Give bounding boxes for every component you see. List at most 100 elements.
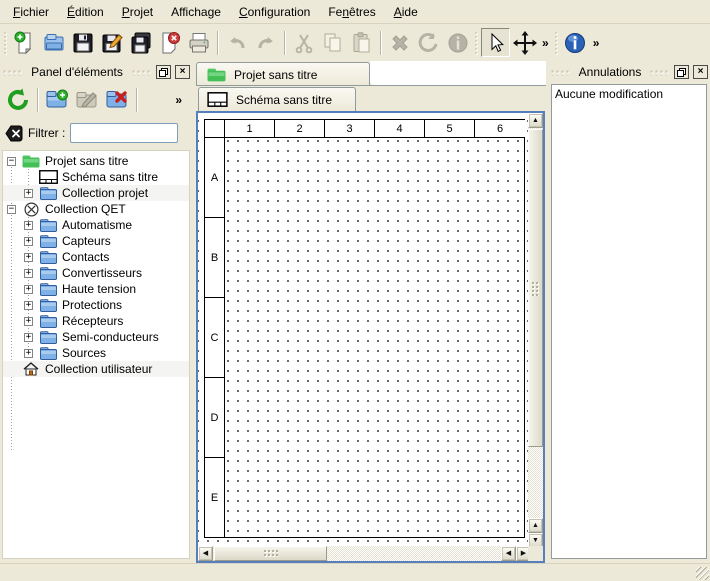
float-dock-button[interactable] xyxy=(674,65,689,79)
toolbar-overflow-button[interactable]: » xyxy=(539,36,552,50)
grid-column-header: 5 xyxy=(425,120,475,138)
collapse-icon[interactable] xyxy=(7,205,16,214)
tree-item-protections[interactable]: Protections xyxy=(3,297,189,313)
tree-item-sources[interactable]: Sources xyxy=(3,345,189,361)
info-button[interactable] xyxy=(561,28,590,57)
expand-icon[interactable] xyxy=(24,349,33,358)
print-button[interactable] xyxy=(184,28,213,57)
expand-icon[interactable] xyxy=(24,317,33,326)
move-tool-button[interactable] xyxy=(510,28,539,57)
tree-item-project[interactable]: Projet sans titre xyxy=(3,153,189,169)
elements-panel-dock: Panel d'éléments × » Filtrer : Pro xyxy=(0,60,192,561)
save-as-button[interactable] xyxy=(97,28,126,57)
thumb-grip xyxy=(531,281,540,296)
undo-history-list[interactable]: Aucune modification xyxy=(551,84,707,559)
save-button[interactable] xyxy=(68,28,97,57)
drawing-area[interactable] xyxy=(225,138,525,538)
elements-panel-titlebar[interactable]: Panel d'éléments × xyxy=(2,63,190,81)
float-dock-button[interactable] xyxy=(156,65,171,79)
toolbar-drag-handle[interactable] xyxy=(474,31,479,55)
project-folder-icon xyxy=(21,155,41,168)
expand-icon[interactable] xyxy=(24,253,33,262)
float-icon xyxy=(159,68,168,77)
move-icon xyxy=(513,31,537,55)
close-dock-button[interactable]: × xyxy=(175,65,190,79)
expand-icon[interactable] xyxy=(24,221,33,230)
expand-icon[interactable] xyxy=(24,189,33,198)
collections-toolbar-overflow[interactable]: » xyxy=(172,93,185,107)
menu-edition[interactable]: Édition xyxy=(58,2,113,22)
scroll-up-button[interactable]: ▲ xyxy=(528,113,543,128)
tree-item-user-collection[interactable]: Collection utilisateur xyxy=(3,361,189,377)
tree-item-semi-conducteurs[interactable]: Semi-conducteurs xyxy=(3,329,189,345)
reload-collections-button[interactable] xyxy=(3,85,33,115)
save-all-button[interactable] xyxy=(126,28,155,57)
grid-row-header: E xyxy=(205,458,225,538)
expand-icon[interactable] xyxy=(24,285,33,294)
filter-label: Filtrer : xyxy=(28,126,65,140)
tree-item-contacts[interactable]: Contacts xyxy=(3,249,189,265)
clear-filter-icon[interactable] xyxy=(5,125,23,142)
menu-aide[interactable]: Aide xyxy=(385,2,427,22)
diagram-tab[interactable]: Schéma sans titre xyxy=(198,87,356,111)
toolbar-drag-handle[interactable] xyxy=(554,31,559,55)
select-tool-button[interactable] xyxy=(481,28,510,57)
toolbar-drag-handle[interactable] xyxy=(3,31,8,55)
undo-icon xyxy=(225,31,249,55)
element-info-button xyxy=(443,28,472,57)
folder-icon xyxy=(38,267,58,280)
new-category-button[interactable] xyxy=(42,85,72,115)
undo-panel-titlebar[interactable]: Annulations × xyxy=(550,63,708,81)
diagram-view[interactable]: 1 2 3 4 5 6 A B C D E ▲ ▲ ▼ ◀ ◀ ▶ xyxy=(196,111,545,563)
tree-item-convertisseurs[interactable]: Convertisseurs xyxy=(3,265,189,281)
expand-icon[interactable] xyxy=(24,301,33,310)
folder-icon xyxy=(38,235,58,248)
toolbar-separator xyxy=(37,88,38,112)
expand-icon[interactable] xyxy=(24,269,33,278)
scroll-up-button[interactable]: ▲ xyxy=(528,518,543,533)
new-folder-icon xyxy=(44,87,70,113)
toolbar-overflow-button[interactable]: » xyxy=(590,36,603,50)
filter-row: Filtrer : xyxy=(0,119,192,145)
paste-button xyxy=(347,28,376,57)
close-document-button[interactable] xyxy=(155,28,184,57)
tree-item-automatisme[interactable]: Automatisme xyxy=(3,217,189,233)
delete-category-button[interactable] xyxy=(102,85,132,115)
scroll-left-button[interactable]: ◀ xyxy=(501,546,516,561)
delete-icon xyxy=(388,31,412,55)
vertical-scrollbar[interactable]: ▲ ▲ ▼ xyxy=(528,113,543,550)
delete-button xyxy=(385,28,414,57)
paste-icon xyxy=(350,31,374,55)
tree-item-recepteurs[interactable]: Récepteurs xyxy=(3,313,189,329)
horizontal-scroll-thumb[interactable] xyxy=(214,546,327,561)
grid-column-header: 6 xyxy=(475,120,525,138)
save-icon xyxy=(71,31,95,55)
tree-item-diagram[interactable]: Schéma sans titre xyxy=(3,169,189,185)
expand-icon[interactable] xyxy=(24,333,33,342)
menu-fichier[interactable]: Fichier xyxy=(4,2,58,22)
collapse-icon[interactable] xyxy=(7,157,16,166)
diagram-icon xyxy=(207,92,228,107)
horizontal-scrollbar[interactable]: ◀ ◀ ▶ xyxy=(198,546,532,561)
expand-icon[interactable] xyxy=(24,237,33,246)
diagram-scene[interactable]: 1 2 3 4 5 6 A B C D E xyxy=(198,113,528,546)
menu-fenetres[interactable]: Fenêtres xyxy=(319,2,384,22)
new-document-button[interactable] xyxy=(10,28,39,57)
tree-item-capteurs[interactable]: Capteurs xyxy=(3,233,189,249)
filter-input[interactable] xyxy=(70,123,178,143)
home-icon xyxy=(21,362,41,376)
menu-affichage[interactable]: Affichage xyxy=(162,2,230,22)
tree-item-project-collection[interactable]: Collection projet xyxy=(3,185,189,201)
resize-grip-icon[interactable] xyxy=(696,567,709,580)
menu-configuration[interactable]: Configuration xyxy=(230,2,319,22)
open-project-button[interactable] xyxy=(39,28,68,57)
undo-list-item[interactable]: Aucune modification xyxy=(552,85,706,103)
tree-item-qet-collection[interactable]: Collection QET xyxy=(3,201,189,217)
menu-projet[interactable]: Projet xyxy=(113,2,162,22)
close-dock-button[interactable]: × xyxy=(693,65,708,79)
vertical-scroll-thumb[interactable] xyxy=(528,129,543,447)
edit-category-button xyxy=(72,85,102,115)
scroll-left-button[interactable]: ◀ xyxy=(198,546,213,561)
project-tab[interactable]: Projet sans titre xyxy=(196,62,370,86)
tree-item-haute-tension[interactable]: Haute tension xyxy=(3,281,189,297)
